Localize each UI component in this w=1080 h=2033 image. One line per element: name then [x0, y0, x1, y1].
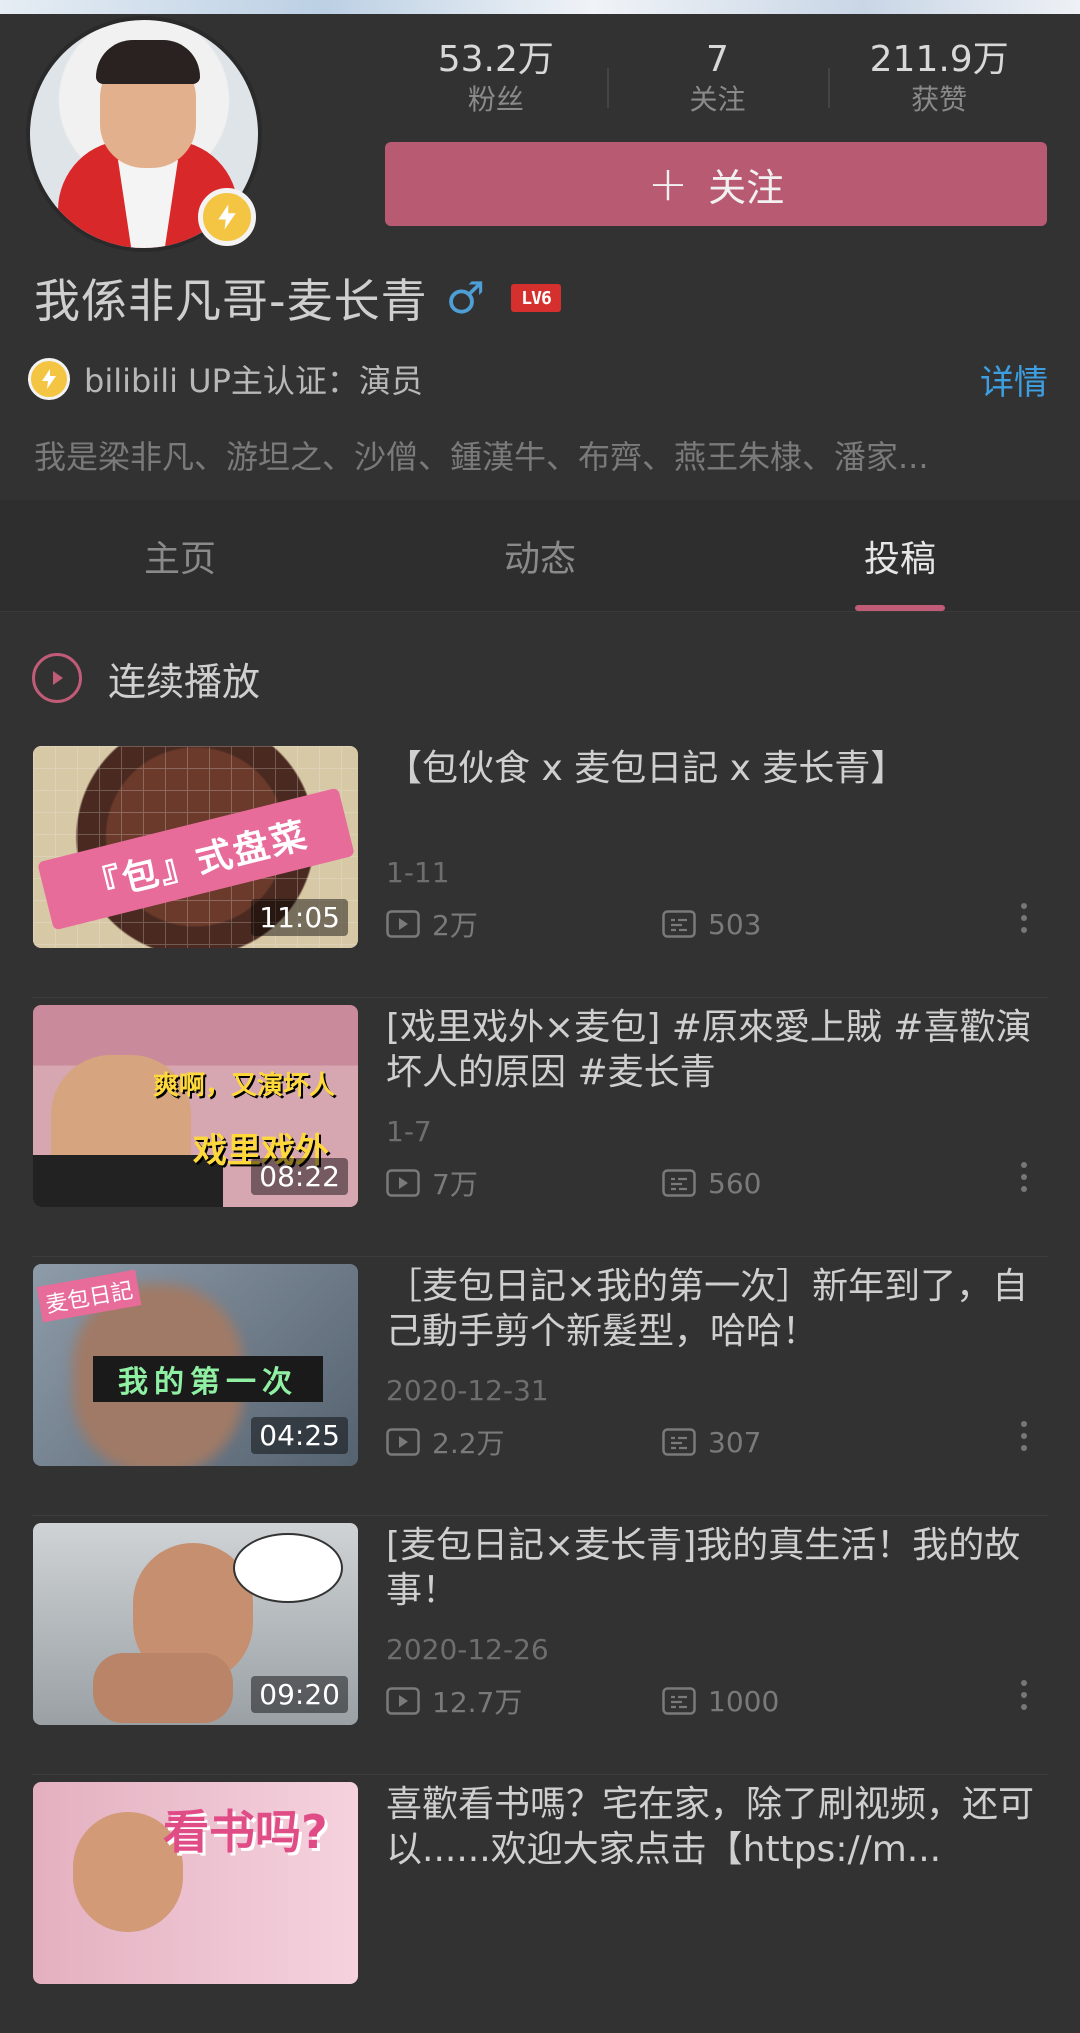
video-duration: 04:25 [251, 1417, 348, 1454]
video-meta: 2万 503 [386, 904, 1046, 944]
video-date: 1-11 [386, 856, 450, 889]
video-title[interactable]: [戏里戏外×麦包] #原來愛上賊 #喜歡演坏人的原因 #麦长青 [386, 1005, 1046, 1095]
tab-uploads[interactable]: 投稿 [720, 500, 1080, 611]
profile-header: 53.2万 粉丝 7 关注 211.9万 获赞 + 关注 我係非凡哥-麦长青 ♂… [0, 14, 1080, 500]
video-thumbnail[interactable]: 『包』式盘菜 11:05 [33, 746, 358, 948]
level-badge: LV6 [511, 284, 562, 312]
stat-likes[interactable]: 211.9万 获赞 [828, 38, 1050, 138]
danmaku-count: 1000 [662, 1685, 779, 1718]
view-count-text: 2万 [432, 909, 478, 942]
danmaku-icon [662, 1169, 696, 1197]
danmaku-icon [662, 910, 696, 938]
certification-row: bilibili UP主认证：演员 详情 [28, 354, 1048, 404]
video-thumbnail[interactable]: 09:20 [33, 1523, 358, 1725]
stat-value: 7 [706, 39, 729, 80]
video-item[interactable]: 09:20 [麦包日記×麦长青]我的真生活！我的故事！ 2020-12-26 1… [0, 1515, 1080, 1774]
stat-label: 获赞 [911, 83, 968, 116]
video-item[interactable]: 『包』式盘菜 11:05 【包伙食 x 麦包日記 x 麦长青】 1-11 2万 … [0, 738, 1080, 997]
video-date: 1-7 [386, 1115, 432, 1148]
video-date: 2020-12-31 [386, 1374, 549, 1407]
profile-banner [0, 0, 1080, 14]
video-title[interactable]: [麦包日記×麦长青]我的真生活！我的故事！ [386, 1523, 1046, 1613]
more-options-icon[interactable] [1010, 896, 1038, 940]
follow-button[interactable]: + 关注 [385, 142, 1047, 226]
play-count-icon [386, 1687, 420, 1715]
lightning-icon [28, 358, 70, 400]
video-duration: 11:05 [251, 899, 348, 936]
video-item[interactable]: 麦包日記 我的第一次 04:25 ［麦包日記×我的第一次］新年到了，自己動手剪个… [0, 1256, 1080, 1515]
more-options-icon[interactable] [1010, 1673, 1038, 1717]
danmaku-count-text: 503 [708, 907, 762, 941]
detail-link[interactable]: 详情 [980, 355, 1048, 404]
video-thumbnail[interactable]: 爽啊，又演坏人 戏里戏外 08:22 [33, 1005, 358, 1207]
stat-label: 关注 [689, 83, 746, 116]
danmaku-count: 307 [662, 1426, 761, 1459]
video-meta: 7万 560 [386, 1163, 1046, 1203]
profile-stats: 53.2万 粉丝 7 关注 211.9万 获赞 [385, 38, 1050, 138]
plus-icon: + [647, 156, 689, 212]
avatar-hair [96, 40, 200, 84]
view-count: 7万 [386, 1163, 478, 1203]
stat-label: 粉丝 [467, 83, 524, 116]
stat-fans[interactable]: 53.2万 粉丝 [385, 38, 607, 138]
thumbnail-caption: 我的第一次 [93, 1356, 323, 1402]
thumbnail-caption: 爽啊，又演坏人 [153, 1071, 336, 1101]
video-item[interactable]: 看书吗? 喜歡看书嗎？宅在家，除了刷视频，还可以......欢迎大家点击【htt… [0, 1774, 1080, 2033]
view-count-text: 12.7万 [432, 1686, 523, 1719]
name-row: 我係非凡哥-麦长青 ♂ LV6 [34, 266, 562, 330]
view-count: 2.2万 [386, 1422, 505, 1462]
more-options-icon[interactable] [1010, 1414, 1038, 1458]
certification-text: bilibili UP主认证：演员 [84, 362, 423, 400]
video-thumbnail[interactable]: 麦包日記 我的第一次 04:25 [33, 1264, 358, 1466]
danmaku-count: 503 [662, 908, 761, 941]
thumbnail-hand [93, 1653, 233, 1723]
play-count-icon [386, 1428, 420, 1456]
play-count-icon [386, 910, 420, 938]
danmaku-icon [662, 1428, 696, 1456]
danmaku-count-text: 307 [708, 1425, 762, 1459]
play-all-button[interactable]: 连续播放 [32, 650, 260, 706]
view-count-text: 2.2万 [432, 1427, 505, 1460]
view-count-text: 7万 [432, 1168, 478, 1201]
play-count-icon [386, 1169, 420, 1197]
bio[interactable]: 我是梁非凡、游坦之、沙僧、鍾漢牛、布齊、燕王朱棣、潘家... [34, 432, 1034, 478]
lightning-icon [198, 188, 256, 246]
video-meta: 2.2万 307 [386, 1422, 1046, 1462]
video-date: 2020-12-26 [386, 1633, 549, 1666]
video-duration: 08:22 [251, 1158, 348, 1195]
danmaku-icon [662, 1687, 696, 1715]
video-title[interactable]: 喜歡看书嗎？宅在家，除了刷视频，还可以......欢迎大家点击【https://… [386, 1782, 1046, 1872]
male-icon: ♂ [445, 272, 486, 324]
video-item[interactable]: 爽啊，又演坏人 戏里戏外 08:22 [戏里戏外×麦包] #原來愛上賊 #喜歡演… [0, 997, 1080, 1256]
danmaku-count: 560 [662, 1167, 761, 1200]
danmaku-count-text: 1000 [708, 1684, 780, 1718]
video-thumbnail[interactable]: 看书吗? [33, 1782, 358, 1984]
play-circle-icon [32, 653, 82, 703]
play-all-label: 连续播放 [108, 659, 261, 704]
danmaku-count-text: 560 [708, 1166, 762, 1200]
thumbnail-speech-bubble [233, 1533, 343, 1603]
profile-tabs: 主页 动态 投稿 [0, 500, 1080, 612]
tab-activity[interactable]: 动态 [360, 500, 720, 611]
stat-following[interactable]: 7 关注 [606, 38, 829, 138]
video-duration: 09:20 [251, 1676, 348, 1713]
video-meta: 12.7万 1000 [386, 1681, 1046, 1721]
more-options-icon[interactable] [1010, 1155, 1038, 1199]
video-list: 『包』式盘菜 11:05 【包伙食 x 麦包日記 x 麦长青】 1-11 2万 … [0, 738, 1080, 2033]
view-count: 2万 [386, 904, 478, 944]
video-title[interactable]: 【包伙食 x 麦包日記 x 麦长青】 [386, 746, 1046, 791]
tab-home[interactable]: 主页 [0, 500, 360, 611]
view-count: 12.7万 [386, 1681, 522, 1721]
user-name: 我係非凡哥-麦长青 [34, 274, 428, 328]
thumbnail-caption: 看书吗? [163, 1805, 328, 1859]
stat-value: 53.2万 [437, 39, 554, 80]
follow-button-label: 关注 [708, 165, 785, 210]
stat-value: 211.9万 [869, 39, 1009, 80]
video-title[interactable]: ［麦包日記×我的第一次］新年到了，自己動手剪个新髮型，哈哈！ [386, 1264, 1046, 1354]
